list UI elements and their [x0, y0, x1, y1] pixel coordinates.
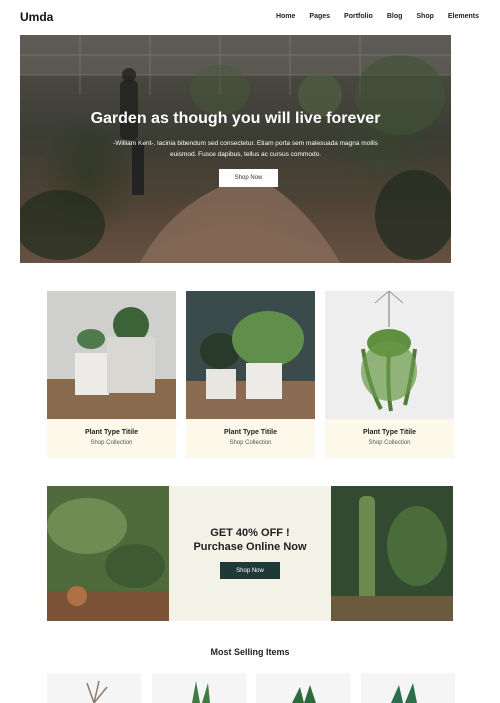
- plant-image-hanging: [325, 291, 454, 419]
- hero-title: Garden as though you will live forever: [90, 110, 381, 127]
- promo-banner: GET 40% OFF ! Purchase Online Now Shop N…: [47, 486, 453, 621]
- product-card-caption: Plant Type Titile Shop Collection: [325, 419, 454, 458]
- nav-portfolio[interactable]: Portfolio: [344, 13, 373, 20]
- plant-image-succulents: [47, 291, 176, 419]
- nav-home[interactable]: Home: [276, 13, 295, 20]
- product-card-caption: Plant Type Titile Shop Collection: [186, 419, 315, 458]
- product-card-caption: Plant Type Titile Shop Collection: [47, 419, 176, 458]
- promo-content: GET 40% OFF ! Purchase Online Now Shop N…: [169, 486, 331, 621]
- plant-thumbnail-image: [192, 681, 210, 703]
- nav-pages[interactable]: Pages: [309, 13, 330, 20]
- plant-image-potted: [186, 291, 315, 419]
- product-title[interactable]: Plant Type Titile: [325, 429, 454, 436]
- product-title[interactable]: Plant Type Titile: [47, 429, 176, 436]
- most-selling-title: Most Selling Items: [210, 647, 290, 657]
- plant-thumbnail-image: [391, 683, 417, 703]
- promo-image-right: [331, 486, 453, 621]
- site-logo[interactable]: Umda: [20, 10, 53, 24]
- product-title[interactable]: Plant Type Titile: [186, 429, 315, 436]
- main-nav: Home Pages Portfolio Blog Shop Elements: [276, 13, 479, 20]
- product-thumbnail[interactable]: [361, 673, 455, 703]
- hero-banner: Garden as though you will live forever -…: [20, 35, 451, 263]
- promo-shop-now-button[interactable]: Shop Now: [220, 562, 280, 579]
- nav-shop[interactable]: Shop: [416, 13, 434, 20]
- promo-image-left: [47, 486, 169, 621]
- product-card[interactable]: Plant Type Titile Shop Collection: [325, 291, 454, 458]
- product-card[interactable]: Plant Type Titile Shop Collection: [186, 291, 315, 458]
- plant-thumbnail-image: [86, 680, 108, 703]
- product-card[interactable]: Plant Type Titile Shop Collection: [47, 291, 176, 458]
- site-header: Umda Home Pages Portfolio Blog Shop Elem…: [0, 0, 500, 34]
- promo-subheadline: Purchase Online Now: [193, 541, 307, 553]
- product-subtitle[interactable]: Shop Collection: [47, 440, 176, 446]
- plant-thumbnail-image: [292, 685, 316, 703]
- product-subtitle[interactable]: Shop Collection: [325, 440, 454, 446]
- product-thumbnail[interactable]: [47, 673, 141, 703]
- hero-shop-now-button[interactable]: Shop Now: [219, 169, 278, 187]
- nav-blog[interactable]: Blog: [387, 13, 403, 20]
- product-thumbnail[interactable]: [256, 673, 350, 703]
- product-thumbnail[interactable]: [152, 673, 246, 703]
- nav-elements[interactable]: Elements: [448, 13, 479, 20]
- promo-headline: GET 40% OFF !: [210, 527, 290, 539]
- hero-quote: -William Kent-. lacinia bibendum sed con…: [113, 140, 378, 158]
- product-subtitle[interactable]: Shop Collection: [186, 440, 315, 446]
